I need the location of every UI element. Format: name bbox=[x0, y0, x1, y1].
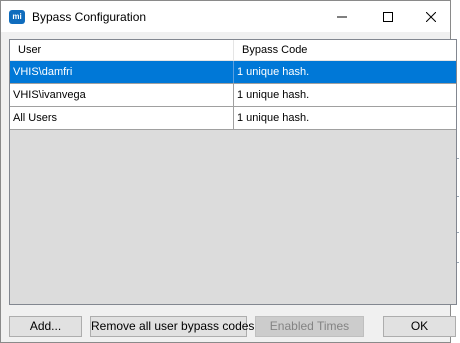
close-icon bbox=[425, 11, 436, 22]
cell-bypass-code: 1 unique hash. bbox=[237, 66, 310, 78]
cell-bypass-code: 1 unique hash. bbox=[237, 112, 310, 124]
maximize-icon bbox=[383, 11, 393, 22]
bypass-configuration-dialog: mi Bypass Configuration User Bypass Code… bbox=[0, 0, 457, 343]
cell-user: VHIS\damfri bbox=[10, 61, 234, 83]
cell-bypass-code: 1 unique hash. bbox=[237, 89, 310, 101]
cell-user: VHIS\ivanvega bbox=[10, 84, 234, 106]
table-row[interactable]: VHIS\ivanvega 1 unique hash. bbox=[10, 84, 456, 107]
table-row[interactable]: All Users 1 unique hash. bbox=[10, 107, 456, 130]
window-title: Bypass Configuration bbox=[32, 10, 147, 24]
grid-header: User Bypass Code bbox=[10, 40, 456, 61]
cell-user: All Users bbox=[10, 107, 234, 129]
column-header-bypass-code[interactable]: Bypass Code bbox=[234, 40, 456, 60]
title-bar[interactable]: mi Bypass Configuration bbox=[1, 1, 450, 32]
enabled-times-button: Enabled Times bbox=[255, 316, 364, 337]
remove-all-bypass-codes-button[interactable]: Remove all user bypass codes bbox=[90, 316, 254, 337]
ok-button[interactable]: OK bbox=[383, 316, 456, 337]
minimize-button[interactable] bbox=[319, 1, 365, 32]
table-row[interactable]: VHIS\damfri 1 unique hash. bbox=[10, 61, 456, 84]
close-button[interactable] bbox=[411, 1, 450, 32]
minimize-icon bbox=[337, 16, 347, 17]
maximize-button[interactable] bbox=[365, 1, 411, 32]
bypass-users-grid[interactable]: User Bypass Code VHIS\damfri 1 unique ha… bbox=[9, 39, 457, 305]
add-button[interactable]: Add... bbox=[9, 316, 82, 337]
column-header-user[interactable]: User bbox=[10, 40, 234, 60]
app-icon: mi bbox=[9, 10, 25, 24]
